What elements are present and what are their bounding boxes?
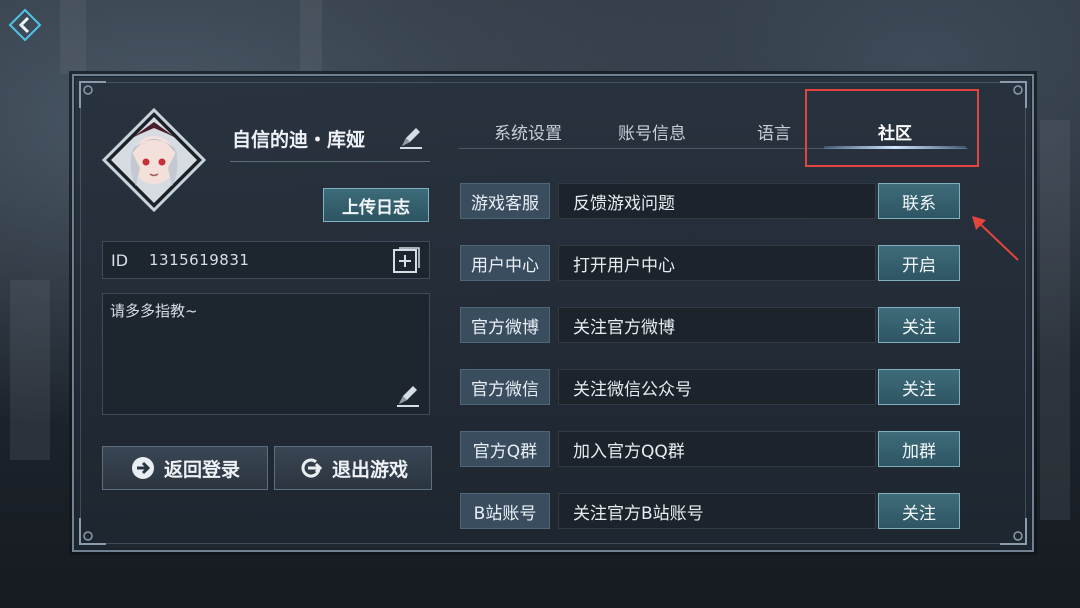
corner-ornament-icon bbox=[78, 516, 108, 546]
signature-field[interactable]: 请多多指教~ bbox=[102, 293, 430, 415]
copy-id-button[interactable] bbox=[391, 245, 423, 277]
tab-system-settings[interactable]: 系统设置 bbox=[470, 114, 586, 148]
name-divider bbox=[230, 161, 430, 162]
row-label: 官方微博 bbox=[460, 307, 550, 343]
community-row-wechat: 官方微信 关注微信公众号 关注 bbox=[460, 369, 960, 405]
back-to-login-label: 返回登录 bbox=[163, 458, 240, 481]
player-id-box: ID 1315619831 bbox=[102, 241, 430, 279]
row-description: 加入官方QQ群 bbox=[558, 431, 876, 467]
copy-plus-icon bbox=[393, 247, 420, 273]
corner-ornament-icon bbox=[78, 80, 108, 110]
annotation-arrow-icon bbox=[972, 216, 1019, 261]
community-row-user-center: 用户中心 打开用户中心 开启 bbox=[460, 245, 960, 281]
follow-button[interactable]: 关注 bbox=[878, 307, 960, 343]
edit-signature-pen-icon[interactable] bbox=[395, 382, 421, 408]
exit-game-label: 退出游戏 bbox=[331, 458, 408, 481]
id-value: 1315619831 bbox=[149, 251, 250, 269]
signature-text: 请多多指教~ bbox=[110, 302, 198, 320]
back-button[interactable] bbox=[6, 6, 44, 44]
row-description: 打开用户中心 bbox=[558, 245, 876, 281]
refresh-exit-icon bbox=[301, 458, 323, 478]
follow-button[interactable]: 关注 bbox=[878, 493, 960, 529]
contact-button[interactable]: 联系 bbox=[878, 183, 960, 219]
community-row-weibo: 官方微博 关注官方微博 关注 bbox=[460, 307, 960, 343]
background-pillar bbox=[300, 0, 322, 74]
background-pillar bbox=[10, 280, 50, 460]
corner-ornament-icon bbox=[998, 516, 1028, 546]
tab-account-info[interactable]: 账号信息 bbox=[594, 114, 710, 148]
back-chevron-icon bbox=[8, 8, 42, 42]
back-to-login-button[interactable]: 返回登录 bbox=[102, 446, 268, 490]
community-row-qq-group: 官方Q群 加入官方QQ群 加群 bbox=[460, 431, 960, 467]
community-row-customer-service: 游戏客服 反馈游戏问题 联系 bbox=[460, 183, 960, 219]
exit-game-button[interactable]: 退出游戏 bbox=[274, 446, 432, 490]
community-row-bilibili: B站账号 关注官方B站账号 关注 bbox=[460, 493, 960, 529]
follow-button[interactable]: 关注 bbox=[878, 369, 960, 405]
avatar[interactable] bbox=[101, 107, 207, 213]
row-label: 用户中心 bbox=[460, 245, 550, 281]
row-description: 关注官方B站账号 bbox=[558, 493, 876, 529]
annotation-highlight-box bbox=[805, 89, 979, 167]
player-name: 自信的迪・库娅 bbox=[232, 129, 366, 151]
row-label: B站账号 bbox=[460, 493, 550, 529]
row-label: 官方Q群 bbox=[460, 431, 550, 467]
arrow-right-circle-icon bbox=[131, 457, 154, 479]
upload-log-button[interactable]: 上传日志 bbox=[323, 188, 429, 222]
background-pillar bbox=[1040, 120, 1070, 520]
background-pillar bbox=[60, 0, 86, 74]
row-description: 反馈游戏问题 bbox=[558, 183, 876, 219]
corner-ornament-icon bbox=[998, 80, 1028, 110]
row-label: 官方微信 bbox=[460, 369, 550, 405]
row-description: 关注微信公众号 bbox=[558, 369, 876, 405]
open-button[interactable]: 开启 bbox=[878, 245, 960, 281]
id-label: ID bbox=[111, 251, 129, 270]
row-label: 游戏客服 bbox=[460, 183, 550, 219]
join-group-button[interactable]: 加群 bbox=[878, 431, 960, 467]
row-description: 关注官方微博 bbox=[558, 307, 876, 343]
edit-name-pen-icon[interactable] bbox=[398, 124, 424, 150]
